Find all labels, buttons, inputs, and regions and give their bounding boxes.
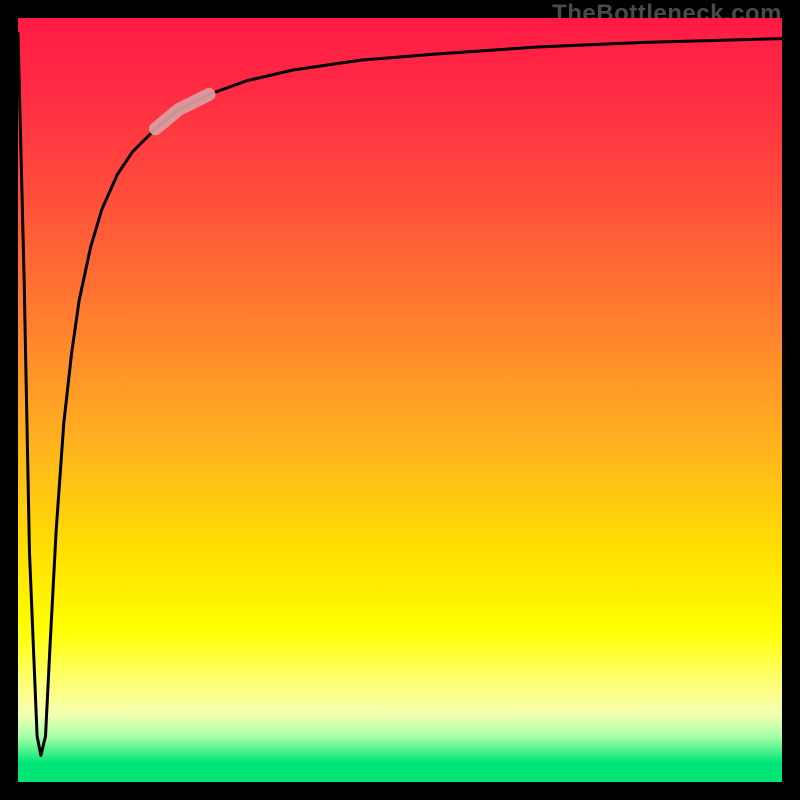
bottleneck-curve (18, 33, 782, 755)
chart-frame: TheBottleneck.com (0, 0, 800, 800)
plot-area (18, 18, 782, 782)
curve-svg (18, 18, 782, 782)
curve-highlight (156, 94, 210, 128)
